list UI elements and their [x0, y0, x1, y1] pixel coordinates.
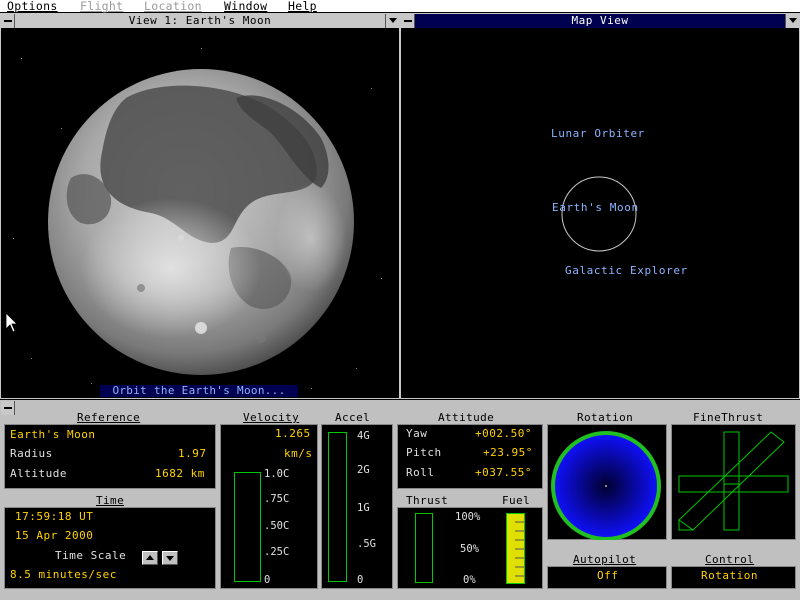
- menu-flight[interactable]: Flight: [80, 0, 123, 13]
- control-heading: Control: [705, 553, 755, 566]
- moon-orbit-circle: [561, 176, 637, 252]
- attitude-heading: Attitude: [438, 411, 495, 424]
- view1-system-menu-button[interactable]: [1, 14, 15, 28]
- yaw-label: Yaw: [406, 427, 428, 440]
- fuel-gauge: [506, 513, 525, 584]
- mapview-titlebar[interactable]: Map View: [401, 14, 799, 28]
- map-label-lunar-orbiter[interactable]: Lunar Orbiter: [551, 127, 645, 140]
- control-value: Rotation: [701, 569, 758, 582]
- velocity-scale-3: .50C: [264, 520, 290, 532]
- autopilot-heading: Autopilot: [573, 553, 637, 566]
- menu-options[interactable]: Options: [7, 0, 58, 13]
- velocity-scale-2: .75C: [264, 493, 290, 505]
- rotation-heading: Rotation: [577, 411, 634, 424]
- velocity-scale-4: .25C: [264, 546, 290, 558]
- mouse-cursor-icon: [5, 312, 18, 333]
- map-label-galactic-explorer[interactable]: Galactic Explorer: [565, 264, 688, 277]
- thrust-scale-3: 0%: [463, 574, 476, 586]
- yaw-value: +002.50°: [475, 427, 532, 440]
- accel-scale-5: 0: [357, 574, 364, 586]
- time-scale-value: 8.5 minutes/sec: [10, 568, 117, 581]
- fuel-heading: Fuel: [502, 494, 531, 507]
- mapview-maximize-button[interactable]: [785, 14, 799, 28]
- mapview-title: Map View: [571, 14, 629, 27]
- accel-scale-2: 2G: [357, 464, 370, 476]
- accel-scale-1: 4G: [357, 430, 370, 442]
- time-scale-label: Time Scale: [55, 549, 127, 562]
- rotation-ball[interactable]: [547, 424, 667, 540]
- pitch-value: +23.95°: [483, 446, 533, 459]
- accel-heading: Accel: [335, 411, 371, 424]
- thrust-heading: Thrust: [406, 494, 449, 507]
- menu-location[interactable]: Location: [144, 0, 202, 13]
- altitude-label: Altitude: [10, 467, 67, 480]
- mapview-window: Map View Lunar Orbiter Earth's Moon Gala…: [400, 13, 800, 399]
- reference-object: Earth's Moon: [10, 428, 96, 441]
- velocity-scale-1: 1.0C: [264, 468, 290, 480]
- moon-sphere: [48, 69, 354, 375]
- velocity-gauge: [234, 472, 261, 582]
- finethrust-heading: FineThrust: [693, 411, 764, 424]
- time-date: 15 Apr 2000: [15, 529, 94, 542]
- pitch-label: Pitch: [406, 446, 442, 459]
- time-heading: Time: [96, 494, 125, 507]
- accel-gauge: [328, 432, 347, 582]
- finethrust-control[interactable]: [671, 424, 796, 540]
- map-label-earths-moon[interactable]: Earth's Moon: [552, 201, 639, 214]
- velocity-scale-5: 0: [264, 574, 271, 586]
- view1-titlebar[interactable]: View 1: Earth's Moon: [1, 14, 399, 28]
- time-scale-down-button[interactable]: [162, 551, 178, 565]
- arrow-up-icon: [146, 555, 154, 560]
- radius-value: 1.97: [178, 447, 207, 460]
- moon-view[interactable]: [1, 28, 399, 398]
- radius-label: Radius: [10, 447, 53, 460]
- arrow-down-icon: [166, 556, 174, 561]
- thrust-scale-2: 50%: [460, 543, 479, 555]
- roll-label: Roll: [406, 466, 435, 479]
- view1-maximize-button[interactable]: [385, 14, 399, 28]
- view1-caption: Orbit the Earth's Moon...: [100, 385, 298, 397]
- menu-bar: Options Flight Location Window Help: [0, 0, 800, 13]
- reference-heading: Reference: [77, 411, 141, 424]
- view1-window: View 1: Earth's Moon Orbit the Earth's M…: [0, 13, 400, 399]
- accel-scale-3: 1G: [357, 502, 370, 514]
- autopilot-value: Off: [597, 569, 619, 582]
- panel-system-menu-button[interactable]: [1, 401, 15, 415]
- time-scale-up-button[interactable]: [142, 551, 158, 565]
- thrust-gauge[interactable]: [415, 513, 433, 583]
- velocity-unit: km/s: [284, 447, 313, 460]
- time-clock: 17:59:18 UT: [15, 510, 94, 523]
- velocity-heading: Velocity: [243, 411, 300, 424]
- altitude-value: 1682 km: [155, 467, 205, 480]
- mapview-system-menu-button[interactable]: [401, 14, 415, 28]
- view1-title: View 1: Earth's Moon: [128, 14, 272, 27]
- velocity-value: 1.265: [275, 427, 311, 440]
- accel-scale-4: .5G: [357, 538, 376, 550]
- roll-value: +037.55°: [475, 466, 532, 479]
- thrust-scale-1: 100%: [455, 511, 481, 523]
- menu-help[interactable]: Help: [288, 0, 317, 13]
- menu-window[interactable]: Window: [224, 0, 267, 13]
